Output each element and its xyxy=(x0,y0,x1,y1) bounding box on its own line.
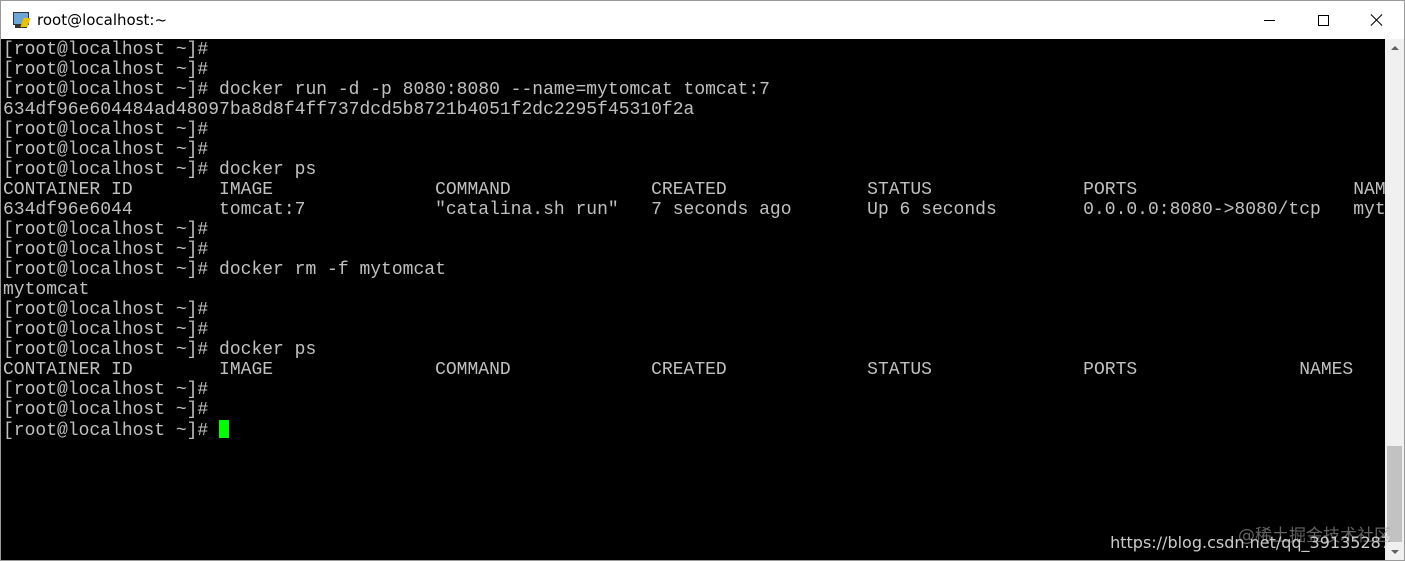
minimize-icon xyxy=(1263,19,1275,21)
terminal-line: 634df96e6044 tomcat:7 "catalina.sh run" … xyxy=(3,200,1385,220)
terminal-line: [root@localhost ~]# xyxy=(3,220,209,240)
terminal-window: root@localhost:~ [root@localhost ~]# [roo… xyxy=(0,0,1405,561)
terminal-line: [root@localhost ~]# xyxy=(3,140,209,160)
terminal-line: mytomcat xyxy=(3,280,90,300)
text-cursor xyxy=(219,420,230,438)
arrow-down-icon xyxy=(1390,549,1399,554)
terminal-output: [root@localhost ~]# [root@localhost ~]# [r… xyxy=(3,40,1385,441)
window-title: root@localhost:~ xyxy=(37,11,168,29)
terminal-line: [root@localhost ~]# xyxy=(3,40,209,60)
active-prompt-line: [root@localhost ~]# xyxy=(3,420,1385,441)
close-button[interactable] xyxy=(1350,1,1404,39)
maximize-button[interactable] xyxy=(1296,1,1350,39)
terminal-line: [root@localhost ~]# xyxy=(3,320,209,340)
prompt-text: [root@localhost ~]# xyxy=(3,421,220,441)
terminal-line: CONTAINER ID IMAGE COMMAND CREATED STATU… xyxy=(3,180,1385,200)
scroll-up-button[interactable] xyxy=(1385,39,1404,56)
vertical-scrollbar[interactable] xyxy=(1385,39,1404,560)
terminal-line: [root@localhost ~]# xyxy=(3,380,209,400)
terminal-line: 634df96e604484ad48097ba8d8f4ff737dcd5b87… xyxy=(3,100,695,120)
terminal-line: [root@localhost ~]# xyxy=(3,60,209,80)
terminal-line: [root@localhost ~]# docker ps xyxy=(3,340,317,360)
terminal-line: [root@localhost ~]# docker run -d -p 808… xyxy=(3,80,770,100)
terminal-line: [root@localhost ~]# xyxy=(3,240,209,260)
terminal-line: [root@localhost ~]# xyxy=(3,400,209,420)
title-bar[interactable]: root@localhost:~ xyxy=(1,1,1404,39)
terminal-line: [root@localhost ~]# docker rm -f mytomca… xyxy=(3,260,446,280)
minimize-button[interactable] xyxy=(1242,1,1296,39)
arrow-up-icon xyxy=(1390,45,1399,50)
close-icon xyxy=(1370,13,1384,27)
terminal-line: CONTAINER ID IMAGE COMMAND CREATED STATU… xyxy=(3,360,1354,380)
terminal-line: [root@localhost ~]# xyxy=(3,300,209,320)
terminal-line: [root@localhost ~]# xyxy=(3,120,209,140)
watermark-url: https://blog.csdn.net/qq_39135287 xyxy=(1110,533,1391,552)
terminal-area[interactable]: [root@localhost ~]# [root@localhost ~]# [r… xyxy=(1,39,1385,560)
putty-icon[interactable] xyxy=(11,10,31,30)
terminal-line: [root@localhost ~]# docker ps xyxy=(3,160,317,180)
window-controls xyxy=(1242,1,1404,39)
maximize-icon xyxy=(1317,14,1329,26)
